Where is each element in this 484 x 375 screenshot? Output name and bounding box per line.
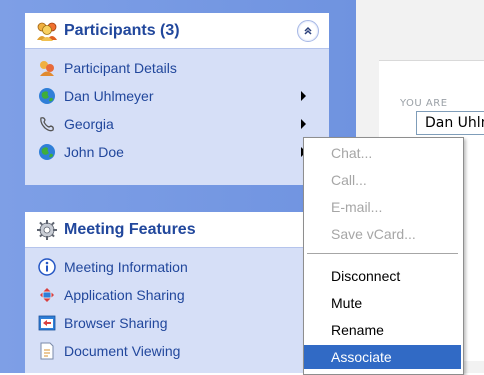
submenu-arrow-icon (301, 119, 306, 129)
browser-sharing-item[interactable]: Browser Sharing (25, 309, 329, 337)
menu-item-chat: Chat... (331, 145, 373, 161)
participant-item[interactable]: Georgia (25, 110, 329, 138)
participants-panel: Participants (3) Participant Details Dan… (25, 13, 329, 185)
meeting-features-panel-header[interactable]: Meeting Features (25, 212, 329, 248)
submenu-arrow-icon (301, 91, 306, 101)
document-icon (37, 341, 57, 361)
participants-panel-title: Participants (3) (64, 21, 180, 39)
menu-item-disconnect[interactable]: Disconnect (304, 264, 461, 288)
you-are-label: YOU ARE (400, 98, 448, 109)
info-icon (37, 257, 57, 277)
application-sharing-item[interactable]: Application Sharing (25, 281, 329, 309)
participants-icon (36, 20, 58, 42)
meeting-features-panel-title: Meeting Features (64, 220, 196, 238)
phone-icon (37, 114, 57, 134)
chevron-double-up-icon (304, 26, 312, 35)
participant-item[interactable]: Dan Uhlmeyer (25, 82, 329, 110)
participant-item[interactable]: John Doe (25, 138, 329, 166)
menu-item-rename[interactable]: Rename (304, 318, 461, 342)
application-sharing-icon (37, 285, 57, 305)
globe-icon (37, 86, 57, 106)
participants-details-icon (37, 58, 57, 78)
document-viewing-item[interactable]: Document Viewing (25, 337, 329, 365)
menu-item-call: Call... (331, 172, 367, 188)
globe-icon (37, 142, 57, 162)
context-menu: Chat... Call... E-mail... Save vCard... … (303, 137, 464, 375)
menu-item-associate[interactable]: Associate (304, 345, 461, 369)
gear-icon (36, 219, 58, 241)
menu-item-mute[interactable]: Mute (304, 291, 461, 315)
current-user-field[interactable]: Dan Uhlmeyer (416, 111, 484, 135)
participant-details-item[interactable]: Participant Details (25, 54, 329, 82)
menu-item-save-vcard: Save vCard... (331, 226, 416, 242)
browser-sharing-icon (37, 313, 57, 333)
meeting-information-item[interactable]: Meeting Information (25, 253, 329, 281)
participants-panel-header[interactable]: Participants (3) (25, 13, 329, 49)
meeting-features-panel: Meeting Features Meeting Information App… (25, 212, 329, 373)
menu-separator (307, 253, 458, 254)
collapse-participants-button[interactable] (297, 20, 319, 42)
menu-item-email: E-mail... (331, 199, 383, 215)
